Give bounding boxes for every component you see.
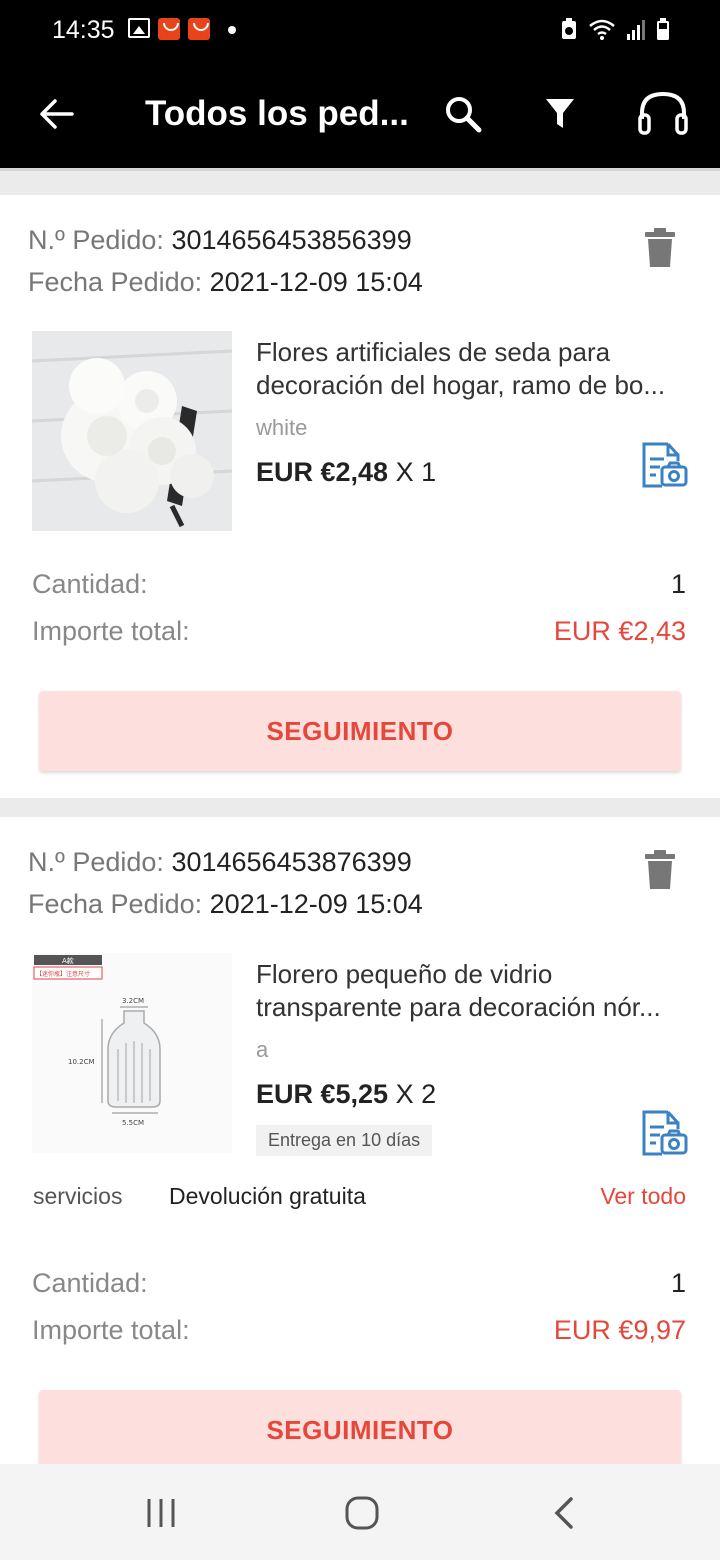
quantity-label: Cantidad: — [32, 569, 148, 599]
services-value: Devolución gratuita — [169, 1183, 366, 1209]
search-button[interactable] — [433, 84, 493, 144]
order-number-label: N.º Pedido: — [28, 847, 164, 877]
home-button[interactable] — [332, 1488, 392, 1538]
status-bar: 14:35 — [0, 0, 720, 62]
order-date-label: Fecha Pedido: — [28, 889, 203, 919]
product-variant: white — [256, 415, 308, 440]
product-title-line: Flores artificiales de seda para — [256, 337, 611, 367]
tracking-button[interactable]: SEGUIMIENTO — [39, 1390, 681, 1470]
order-number-row: N.º Pedido: 3014656453856399 — [28, 225, 412, 256]
signal-icon — [627, 20, 645, 40]
headset-icon — [638, 91, 688, 135]
delivery-time-badge: Entrega en 10 días — [256, 1125, 433, 1156]
chevron-left-icon — [554, 1497, 573, 1529]
page-title: Todos los ped... — [145, 94, 409, 133]
tracking-button[interactable]: SEGUIMIENTO — [39, 691, 681, 771]
order-number-label: N.º Pedido: — [28, 225, 164, 255]
product-quantity: X 2 — [395, 1079, 437, 1109]
order-snapshot-icon — [642, 1110, 688, 1156]
product-price: EUR €5,25 — [256, 1079, 389, 1109]
services-label: servicios — [33, 1183, 123, 1209]
total-value: EUR €9,97 — [553, 1315, 686, 1345]
trash-icon — [645, 850, 675, 889]
product-variant: a — [256, 1037, 269, 1062]
order-number-row: N.º Pedido: 3014656453876399 — [28, 847, 412, 878]
order-card: N.º Pedido: 3014656453856399 Fecha Pedid… — [0, 195, 720, 798]
back-nav-button[interactable] — [534, 1488, 594, 1538]
view-all-services-link[interactable]: Ver todo — [600, 1183, 686, 1210]
status-time: 14:35 — [52, 16, 115, 44]
arrow-left-icon — [40, 99, 74, 129]
recent-apps-icon — [147, 1499, 175, 1527]
total-label: Importe total: — [32, 616, 190, 646]
back-button[interactable] — [26, 84, 86, 144]
more-notifications-icon — [228, 26, 236, 34]
order-number: 3014656453856399 — [171, 225, 412, 255]
quantity-value: 1 — [670, 1268, 686, 1298]
order-date-label: Fecha Pedido: — [28, 267, 203, 297]
home-icon — [345, 1496, 379, 1530]
order-card: N.º Pedido: 3014656453876399 Fecha Pedid… — [0, 817, 720, 1470]
total-value: EUR €2,43 — [553, 616, 686, 646]
quantity-label: Cantidad: — [32, 1268, 148, 1298]
search-icon — [446, 97, 482, 133]
quantity-value: 1 — [670, 569, 686, 599]
product-image[interactable]: A款 【迷你瓶】注意尺寸 3.2CM 10.2CM 5.5CM — [32, 953, 232, 1153]
customer-service-button[interactable] — [633, 84, 693, 144]
product-quantity: X 1 — [395, 457, 437, 487]
order-snapshot-icon — [642, 442, 688, 488]
delete-order-button[interactable] — [642, 849, 678, 893]
product-price: EUR €2,48 — [256, 457, 389, 487]
snapshot-button[interactable] — [640, 441, 688, 489]
filter-button[interactable] — [530, 84, 590, 144]
product-title-line: Florero pequeño de vidrio — [256, 959, 553, 989]
total-label: Importe total: — [32, 1315, 190, 1345]
order-date-row: Fecha Pedido: 2021-12-09 15:04 — [28, 889, 423, 920]
image-note-text: 【迷你瓶】注意尺寸 — [36, 970, 90, 978]
system-navigation-bar — [0, 1464, 720, 1560]
delete-order-button[interactable] — [642, 227, 678, 271]
image-dimension-text: 10.2CM — [68, 1058, 95, 1066]
image-dimension-text: 3.2CM — [122, 997, 144, 1005]
aliexpress-notification-icon — [188, 18, 210, 40]
app-bar: Todos los ped... — [0, 62, 720, 168]
order-number: 3014656453876399 — [171, 847, 412, 877]
order-date: 2021-12-09 15:04 — [209, 267, 423, 297]
divider — [0, 168, 720, 194]
product-image[interactable] — [32, 331, 232, 531]
product-title[interactable]: Florero pequeño de vidrio transparente p… — [256, 958, 688, 1024]
product-price-row: EUR €5,25 X 2 — [256, 1079, 436, 1110]
filter-icon — [546, 99, 574, 128]
status-icons — [560, 18, 670, 40]
order-date-row: Fecha Pedido: 2021-12-09 15:04 — [28, 267, 423, 298]
battery-saver-icon — [562, 18, 576, 39]
order-date: 2021-12-09 15:04 — [209, 889, 423, 919]
product-title-line: transparente para decoración nór... — [256, 992, 661, 1022]
product-price-row: EUR €2,48 X 1 — [256, 457, 436, 488]
gallery-icon — [128, 18, 150, 38]
battery-icon — [657, 18, 669, 40]
image-tag-text: A款 — [62, 956, 74, 965]
wifi-icon — [589, 19, 615, 40]
product-title[interactable]: Flores artificiales de seda para decorac… — [256, 336, 688, 402]
snapshot-button[interactable] — [640, 1109, 688, 1157]
recent-apps-button[interactable] — [131, 1488, 191, 1538]
trash-icon — [645, 228, 675, 267]
aliexpress-notification-icon — [158, 18, 180, 40]
image-dimension-text: 5.5CM — [122, 1119, 144, 1127]
product-title-line: decoración del hogar, ramo de bo... — [256, 370, 666, 400]
